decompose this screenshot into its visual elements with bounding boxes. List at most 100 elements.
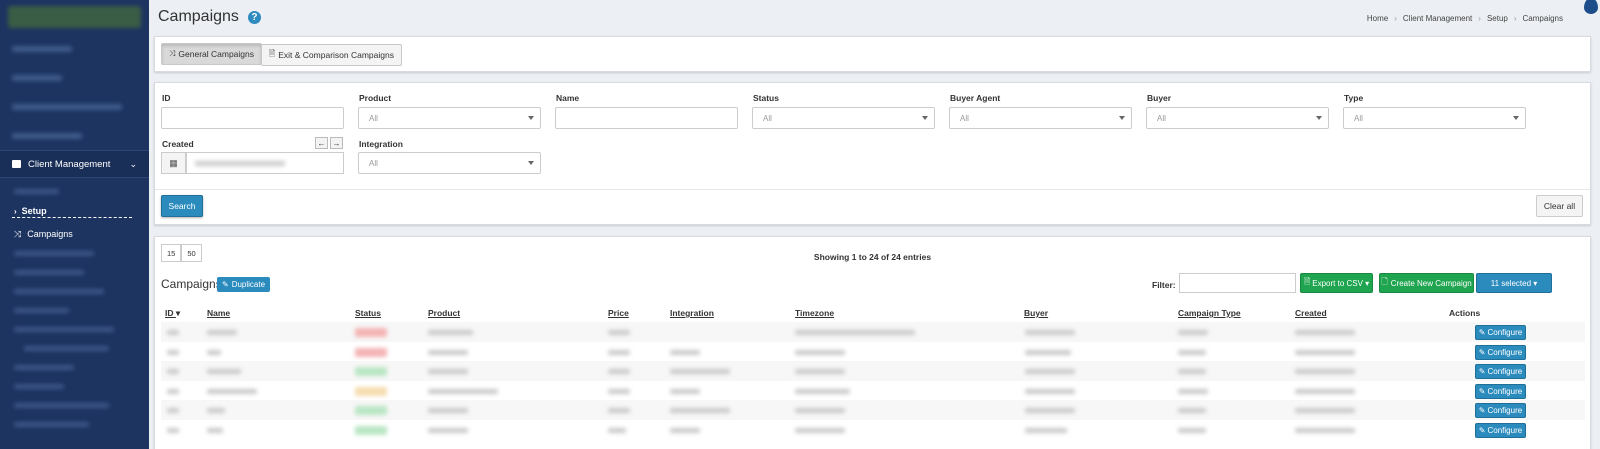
file-plus-icon: 🗋 bbox=[1381, 277, 1388, 286]
configure-button[interactable]: ✎ Configure bbox=[1475, 383, 1526, 399]
table-cell-blurred bbox=[670, 428, 700, 433]
sidebar-subitem-blurred[interactable] bbox=[0, 396, 149, 415]
configure-button-label: Configure bbox=[1487, 367, 1523, 377]
column-header-price[interactable]: Price bbox=[608, 308, 629, 318]
sidebar-subitem-blurred[interactable] bbox=[0, 282, 149, 301]
clear-all-button[interactable]: Clear all bbox=[1536, 195, 1583, 217]
table-row: ✎ Configure bbox=[161, 342, 1585, 362]
name-label: Name bbox=[556, 93, 580, 103]
document-icon: 🗎 bbox=[268, 49, 276, 58]
sidebar-subitem-blurred[interactable] bbox=[0, 320, 149, 339]
table-cell-blurred bbox=[167, 369, 179, 375]
help-icon[interactable]: ? bbox=[247, 10, 261, 24]
campaign-type-tabs: ⤨ General Campaigns 🗎 Exit & Comparison … bbox=[154, 36, 1591, 72]
name-input[interactable] bbox=[555, 107, 738, 129]
table-cell-blurred bbox=[670, 369, 730, 375]
sidebar-item-blurred[interactable] bbox=[0, 63, 149, 92]
status-select[interactable]: All bbox=[752, 107, 935, 129]
table-cell-blurred bbox=[1178, 349, 1206, 355]
caret-down-icon bbox=[528, 161, 534, 165]
configure-button[interactable]: ✎ Configure bbox=[1475, 344, 1526, 360]
status-badge bbox=[355, 386, 387, 396]
column-header-created[interactable]: Created bbox=[1295, 308, 1327, 318]
created-date-range-input[interactable] bbox=[186, 152, 344, 174]
sidebar-subitem-blurred[interactable] bbox=[0, 358, 149, 377]
sort-desc-icon: ▾ bbox=[175, 308, 181, 318]
table-cell-blurred bbox=[207, 408, 225, 414]
sidebar-subitem-blurred[interactable] bbox=[0, 301, 149, 320]
column-header-status[interactable]: Status bbox=[355, 308, 381, 318]
table-cell-blurred bbox=[207, 428, 223, 433]
sidebar-subitem-blurred[interactable] bbox=[0, 377, 149, 396]
column-header-timezone[interactable]: Timezone bbox=[795, 308, 834, 318]
calendar-icon[interactable]: ▦ bbox=[161, 152, 186, 174]
sidebar-item-setup[interactable]: › Setup bbox=[0, 201, 149, 221]
configure-button-label: Configure bbox=[1487, 328, 1523, 337]
table-title: Campaigns bbox=[161, 277, 222, 291]
arrow-right-icon[interactable]: → bbox=[330, 137, 343, 149]
export-csv-button[interactable]: 🗎 Export to CSV ▾ bbox=[1300, 273, 1373, 293]
chevron-down-icon: ⌄ bbox=[129, 158, 137, 169]
configure-button[interactable]: ✎ Configure bbox=[1475, 423, 1526, 438]
table-cell-blurred bbox=[795, 428, 845, 433]
product-select[interactable]: All bbox=[358, 107, 541, 129]
sidebar-item-blurred[interactable] bbox=[0, 121, 149, 150]
table-row: ✎ Configure bbox=[161, 420, 1585, 440]
table-cell-blurred bbox=[428, 349, 468, 355]
sidebar-subitem-blurred[interactable] bbox=[0, 182, 149, 201]
breadcrumb-item-setup[interactable]: Setup bbox=[1487, 14, 1508, 23]
tab-exit-comparison-campaigns[interactable]: 🗎 Exit & Comparison Campaigns bbox=[260, 44, 402, 66]
configure-button[interactable]: ✎ Configure bbox=[1475, 403, 1526, 419]
sidebar-subitem-blurred[interactable] bbox=[0, 415, 149, 434]
caret-down-icon bbox=[1513, 116, 1519, 120]
create-campaign-button[interactable]: 🗋 Create New Campaign bbox=[1379, 273, 1474, 293]
table-cell-blurred bbox=[608, 428, 626, 433]
shuffle-icon: ⤨ bbox=[14, 228, 22, 239]
column-header-integration[interactable]: Integration bbox=[670, 308, 714, 318]
caret-down-icon bbox=[528, 116, 534, 120]
sidebar-item-blurred[interactable] bbox=[0, 92, 149, 121]
sidebar-section-client-management[interactable]: Client Management ⌄ bbox=[0, 150, 149, 178]
search-button[interactable]: Search bbox=[161, 195, 203, 217]
filter-input[interactable] bbox=[1179, 273, 1296, 293]
selected-columns-button[interactable]: 11 selected ▾ bbox=[1476, 273, 1552, 293]
buyer-agent-select[interactable]: All bbox=[949, 107, 1132, 129]
column-header-name[interactable]: Name bbox=[207, 308, 230, 318]
breadcrumb-item-home[interactable]: Home bbox=[1367, 14, 1388, 23]
sidebar-subitem-blurred[interactable] bbox=[0, 244, 149, 263]
arrow-left-icon[interactable]: ← bbox=[315, 137, 328, 149]
sidebar-item-blurred[interactable] bbox=[0, 34, 149, 63]
table-cell-blurred bbox=[1295, 369, 1355, 375]
breadcrumb-item-client-management[interactable]: Client Management bbox=[1403, 14, 1472, 23]
column-header-buyer[interactable]: Buyer bbox=[1024, 308, 1048, 318]
product-select-value: All bbox=[369, 113, 378, 123]
configure-button[interactable]: ✎ Configure bbox=[1475, 364, 1526, 380]
filter-panel: ID Product All Name Status All Buyer Age… bbox=[154, 82, 1591, 225]
breadcrumb: Home › Client Management › Setup › Campa… bbox=[1366, 14, 1563, 23]
tab-general-campaigns[interactable]: ⤨ General Campaigns bbox=[161, 43, 263, 65]
column-header-id[interactable]: ID ▾ bbox=[165, 308, 180, 319]
sidebar-subitem-blurred[interactable] bbox=[0, 339, 149, 358]
integration-select-value: All bbox=[369, 158, 378, 168]
integration-select[interactable]: All bbox=[358, 152, 541, 174]
type-select-value: All bbox=[1354, 113, 1363, 123]
id-input[interactable] bbox=[161, 107, 344, 129]
duplicate-button-label: Duplicate bbox=[231, 280, 266, 289]
table-cell-blurred bbox=[795, 408, 845, 414]
type-select[interactable]: All bbox=[1343, 107, 1526, 129]
configure-button[interactable]: ✎ Configure bbox=[1475, 325, 1526, 340]
column-header-product[interactable]: Product bbox=[428, 308, 460, 318]
table-cell-blurred bbox=[428, 330, 473, 335]
status-badge bbox=[355, 367, 387, 377]
column-header-campaign-type[interactable]: Campaign Type bbox=[1178, 308, 1241, 318]
buyer-select[interactable]: All bbox=[1146, 107, 1329, 129]
sidebar-item-campaigns[interactable]: ⤨ Campaigns bbox=[0, 224, 149, 244]
status-badge bbox=[355, 328, 387, 337]
duplicate-button[interactable]: ✎ Duplicate bbox=[217, 277, 271, 292]
edit-icon: ✎ bbox=[222, 280, 229, 289]
table-cell-blurred bbox=[1025, 330, 1075, 335]
table-cell-blurred bbox=[1178, 330, 1208, 335]
table-cell-blurred bbox=[167, 330, 179, 335]
table-cell-blurred bbox=[207, 330, 237, 335]
sidebar-subitem-blurred[interactable] bbox=[0, 263, 149, 282]
